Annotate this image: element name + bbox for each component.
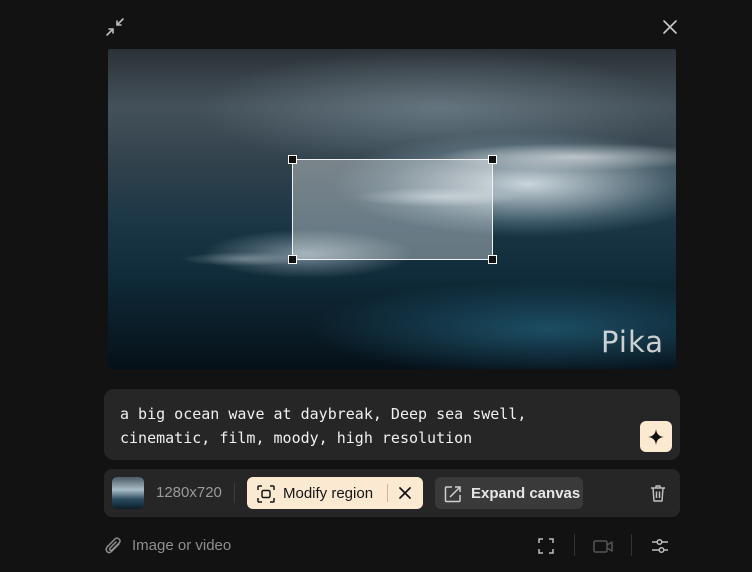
close-icon (399, 487, 411, 499)
resolution-label: 1280x720 (156, 484, 222, 501)
region-select-icon (257, 485, 275, 503)
prompt-box[interactable]: a big ocean wave at daybreak, Deep sea s… (104, 389, 680, 460)
expand-canvas-label: Expand canvas (471, 485, 581, 502)
prompt-line-2: cinematic, film, moody, high resolution (120, 429, 473, 447)
resize-handle-top-right[interactable] (488, 155, 497, 164)
trash-icon (651, 485, 665, 502)
prompt-input[interactable]: a big ocean wave at daybreak, Deep sea s… (120, 402, 620, 450)
selection-region[interactable] (288, 155, 497, 264)
sparkle-icon (648, 428, 664, 445)
modify-region-label: Modify region (283, 485, 374, 502)
close-button[interactable] (659, 16, 681, 38)
delete-button[interactable] (648, 483, 668, 503)
clear-region-button[interactable] (395, 483, 415, 503)
toolbar-divider (234, 483, 235, 503)
prompt-line-1: a big ocean wave at daybreak, Deep sea s… (120, 405, 527, 423)
fullscreen-button[interactable] (535, 535, 557, 557)
pill-divider (387, 484, 388, 502)
modify-region-button[interactable]: Modify region (247, 477, 387, 509)
expand-canvas-button[interactable]: Expand canvas (435, 477, 583, 509)
modify-region-pill: Modify region (247, 477, 423, 509)
edit-toolbar: 1280x720 Modify region Expand canvas (104, 469, 680, 517)
collapse-arrows-icon (106, 18, 124, 36)
fullscreen-icon (538, 538, 554, 554)
source-thumbnail[interactable] (112, 477, 144, 509)
video-camera-icon (593, 540, 613, 553)
bottom-divider (574, 534, 575, 556)
settings-sliders-icon (652, 538, 668, 554)
resize-handle-top-left[interactable] (288, 155, 297, 164)
collapse-button[interactable] (104, 16, 126, 38)
attach-label: Image or video (132, 537, 232, 554)
resize-handle-bottom-left[interactable] (288, 255, 297, 264)
close-icon (663, 20, 677, 34)
paperclip-icon (105, 537, 121, 554)
video-preview: Pika (108, 49, 676, 369)
generate-button[interactable] (640, 421, 672, 452)
video-mode-button[interactable] (592, 535, 614, 557)
resize-handle-bottom-right[interactable] (488, 255, 497, 264)
bottom-divider (631, 534, 632, 556)
bottom-bar: Image or video (104, 530, 680, 560)
pika-watermark: Pika (601, 325, 664, 359)
expand-external-icon (444, 486, 461, 503)
settings-button[interactable] (649, 535, 671, 557)
